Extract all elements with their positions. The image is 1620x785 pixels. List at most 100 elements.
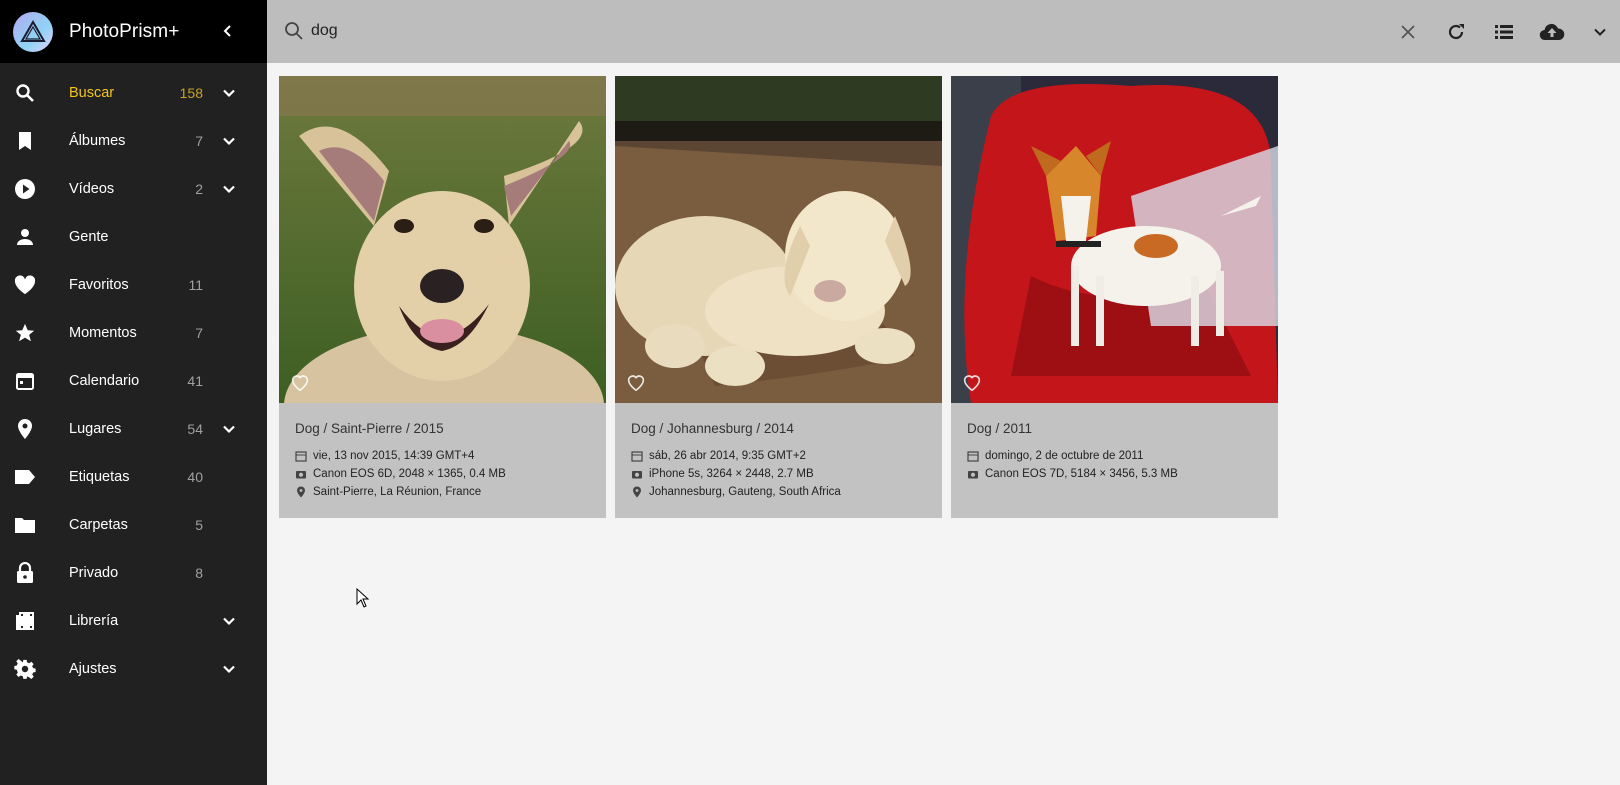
photo-card[interactable]: Dog / 2011 domingo, 2 de octubre de 2011… — [951, 76, 1278, 518]
photo-camera-text: Canon EOS 7D, 5184 × 3456, 5.3 MB — [985, 468, 1178, 480]
photo-camera: Canon EOS 7D, 5184 × 3456, 5.3 MB — [967, 468, 1178, 480]
sidebar-item-lock[interactable]: Privado 8 — [0, 549, 267, 597]
photo-date-text: sáb, 26 abr 2014, 9:35 GMT+2 — [649, 450, 806, 462]
view-list-icon — [1495, 25, 1513, 39]
photo-thumbnail[interactable] — [951, 76, 1278, 403]
calendar-icon — [295, 450, 307, 462]
refresh-button[interactable] — [1443, 19, 1469, 45]
sidebar-item-label[interactable]: Etiquetas 40 — [0, 453, 267, 501]
sidebar-item-heart[interactable]: Favoritos 11 — [0, 261, 267, 309]
person-icon — [13, 225, 37, 249]
sidebar-item-search[interactable]: Buscar 158 — [0, 69, 267, 117]
photo-location-text: Saint-Pierre, La Réunion, France — [313, 486, 482, 498]
photo-thumbnail[interactable] — [279, 76, 606, 403]
chevron-down-icon[interactable] — [219, 131, 239, 151]
photo-card[interactable]: Dog / Johannesburg / 2014 sáb, 26 abr 20… — [615, 76, 942, 518]
heart-icon — [13, 273, 37, 297]
photo-camera-text: iPhone 5s, 3264 × 2448, 2.7 MB — [649, 468, 814, 480]
sidebar-item-label: Privado — [69, 565, 119, 581]
sidebar-item-label: Etiquetas — [69, 469, 130, 485]
photo-card[interactable]: Dog / Saint-Pierre / 2015 vie, 13 nov 20… — [279, 76, 606, 518]
photo-thumbnail[interactable] — [615, 76, 942, 403]
search-icon — [13, 81, 37, 105]
film-icon — [13, 609, 37, 633]
photo-title[interactable]: Dog / Saint-Pierre / 2015 — [295, 421, 444, 436]
collapse-sidebar-button[interactable] — [217, 20, 239, 42]
dog-photo-image — [615, 76, 942, 403]
sidebar: PhotoPrism+ Buscar 158 Álbumes 7 Vídeos 2 Gent… — [0, 0, 267, 785]
calendar-icon — [631, 450, 643, 462]
chevron-down-icon[interactable] — [219, 83, 239, 103]
camera-icon — [631, 468, 643, 480]
sidebar-item-label: Buscar — [69, 85, 115, 101]
chevron-down-icon[interactable] — [219, 179, 239, 199]
sidebar-item-count: 5 — [195, 517, 203, 533]
sidebar-item-count: 7 — [195, 325, 203, 341]
sidebar-item-calendar[interactable]: Calendario 41 — [0, 357, 267, 405]
sidebar-item-count: 2 — [195, 181, 203, 197]
sidebar-item-gear[interactable]: Ajustes — [0, 645, 267, 693]
folder-icon — [13, 513, 37, 537]
sidebar-item-count: 8 — [195, 565, 203, 581]
calendar-icon — [967, 450, 979, 462]
sidebar-item-play-circle[interactable]: Vídeos 2 — [0, 165, 267, 213]
bookmark-icon — [13, 129, 37, 153]
sidebar-item-label: Calendario — [69, 373, 140, 389]
view-list-button[interactable] — [1491, 19, 1517, 45]
sidebar-nav: Buscar 158 Álbumes 7 Vídeos 2 Gente Favoritos 11… — [0, 63, 267, 693]
sidebar-item-film[interactable]: Librería — [0, 597, 267, 645]
chevron-down-icon — [1594, 28, 1606, 36]
dog-photo-image — [279, 76, 606, 403]
chevron-down-icon[interactable] — [219, 611, 239, 631]
sidebar-item-label: Momentos — [69, 325, 137, 341]
chevron-down-icon[interactable] — [219, 419, 239, 439]
gear-icon — [13, 657, 37, 681]
chevron-left-icon — [223, 25, 231, 37]
sidebar-item-count: 7 — [195, 133, 203, 149]
chevron-down-icon[interactable] — [219, 659, 239, 679]
photo-date-text: vie, 13 nov 2015, 14:39 GMT+4 — [313, 450, 475, 462]
dog-photo-image — [951, 76, 1278, 403]
sidebar-item-count: 41 — [187, 373, 203, 389]
photo-date-text: domingo, 2 de octubre de 2011 — [985, 450, 1144, 462]
favorite-heart-icon[interactable] — [289, 371, 311, 393]
photo-date: domingo, 2 de octubre de 2011 — [967, 450, 1143, 462]
app-name: PhotoPrism+ — [69, 20, 180, 42]
favorite-heart-icon[interactable] — [625, 371, 647, 393]
upload-button[interactable] — [1539, 19, 1565, 45]
photo-location: Saint-Pierre, La Réunion, France — [295, 486, 481, 498]
sidebar-item-label: Librería — [69, 613, 119, 629]
brand-header: PhotoPrism+ — [0, 0, 267, 63]
clear-search-button[interactable] — [1395, 19, 1421, 45]
lock-icon — [13, 561, 37, 585]
sidebar-item-label: Ajustes — [69, 661, 117, 677]
search-toolbar — [267, 0, 1620, 63]
more-options-button[interactable] — [1587, 19, 1613, 45]
favorite-heart-icon[interactable] — [961, 371, 983, 393]
place-icon — [631, 486, 643, 498]
search-icon — [284, 21, 304, 41]
sidebar-item-label: Lugares — [69, 421, 122, 437]
place-icon — [295, 486, 307, 498]
sidebar-item-place[interactable]: Lugares 54 — [0, 405, 267, 453]
search-input[interactable] — [311, 18, 1211, 44]
calendar-icon — [13, 369, 37, 393]
close-icon — [1401, 25, 1415, 39]
photo-camera-text: Canon EOS 6D, 2048 × 1365, 0.4 MB — [313, 468, 506, 480]
sidebar-item-folder[interactable]: Carpetas 5 — [0, 501, 267, 549]
photo-date: vie, 13 nov 2015, 14:39 GMT+4 — [295, 450, 474, 462]
app-logo[interactable] — [13, 11, 53, 52]
sidebar-item-count: 11 — [188, 277, 203, 293]
photo-location: Johannesburg, Gauteng, South Africa — [631, 486, 841, 498]
refresh-icon — [1448, 24, 1464, 40]
sidebar-item-label: Álbumes — [69, 133, 126, 149]
sidebar-item-bookmark[interactable]: Álbumes 7 — [0, 117, 267, 165]
camera-icon — [967, 468, 979, 480]
sidebar-item-star[interactable]: Momentos 7 — [0, 309, 267, 357]
sidebar-item-label: Carpetas — [69, 517, 128, 533]
sidebar-item-person[interactable]: Gente — [0, 213, 267, 261]
sidebar-item-count: 40 — [187, 469, 203, 485]
photo-title[interactable]: Dog / Johannesburg / 2014 — [631, 421, 794, 436]
photo-title[interactable]: Dog / 2011 — [967, 421, 1032, 436]
sidebar-item-count: 158 — [179, 85, 203, 101]
